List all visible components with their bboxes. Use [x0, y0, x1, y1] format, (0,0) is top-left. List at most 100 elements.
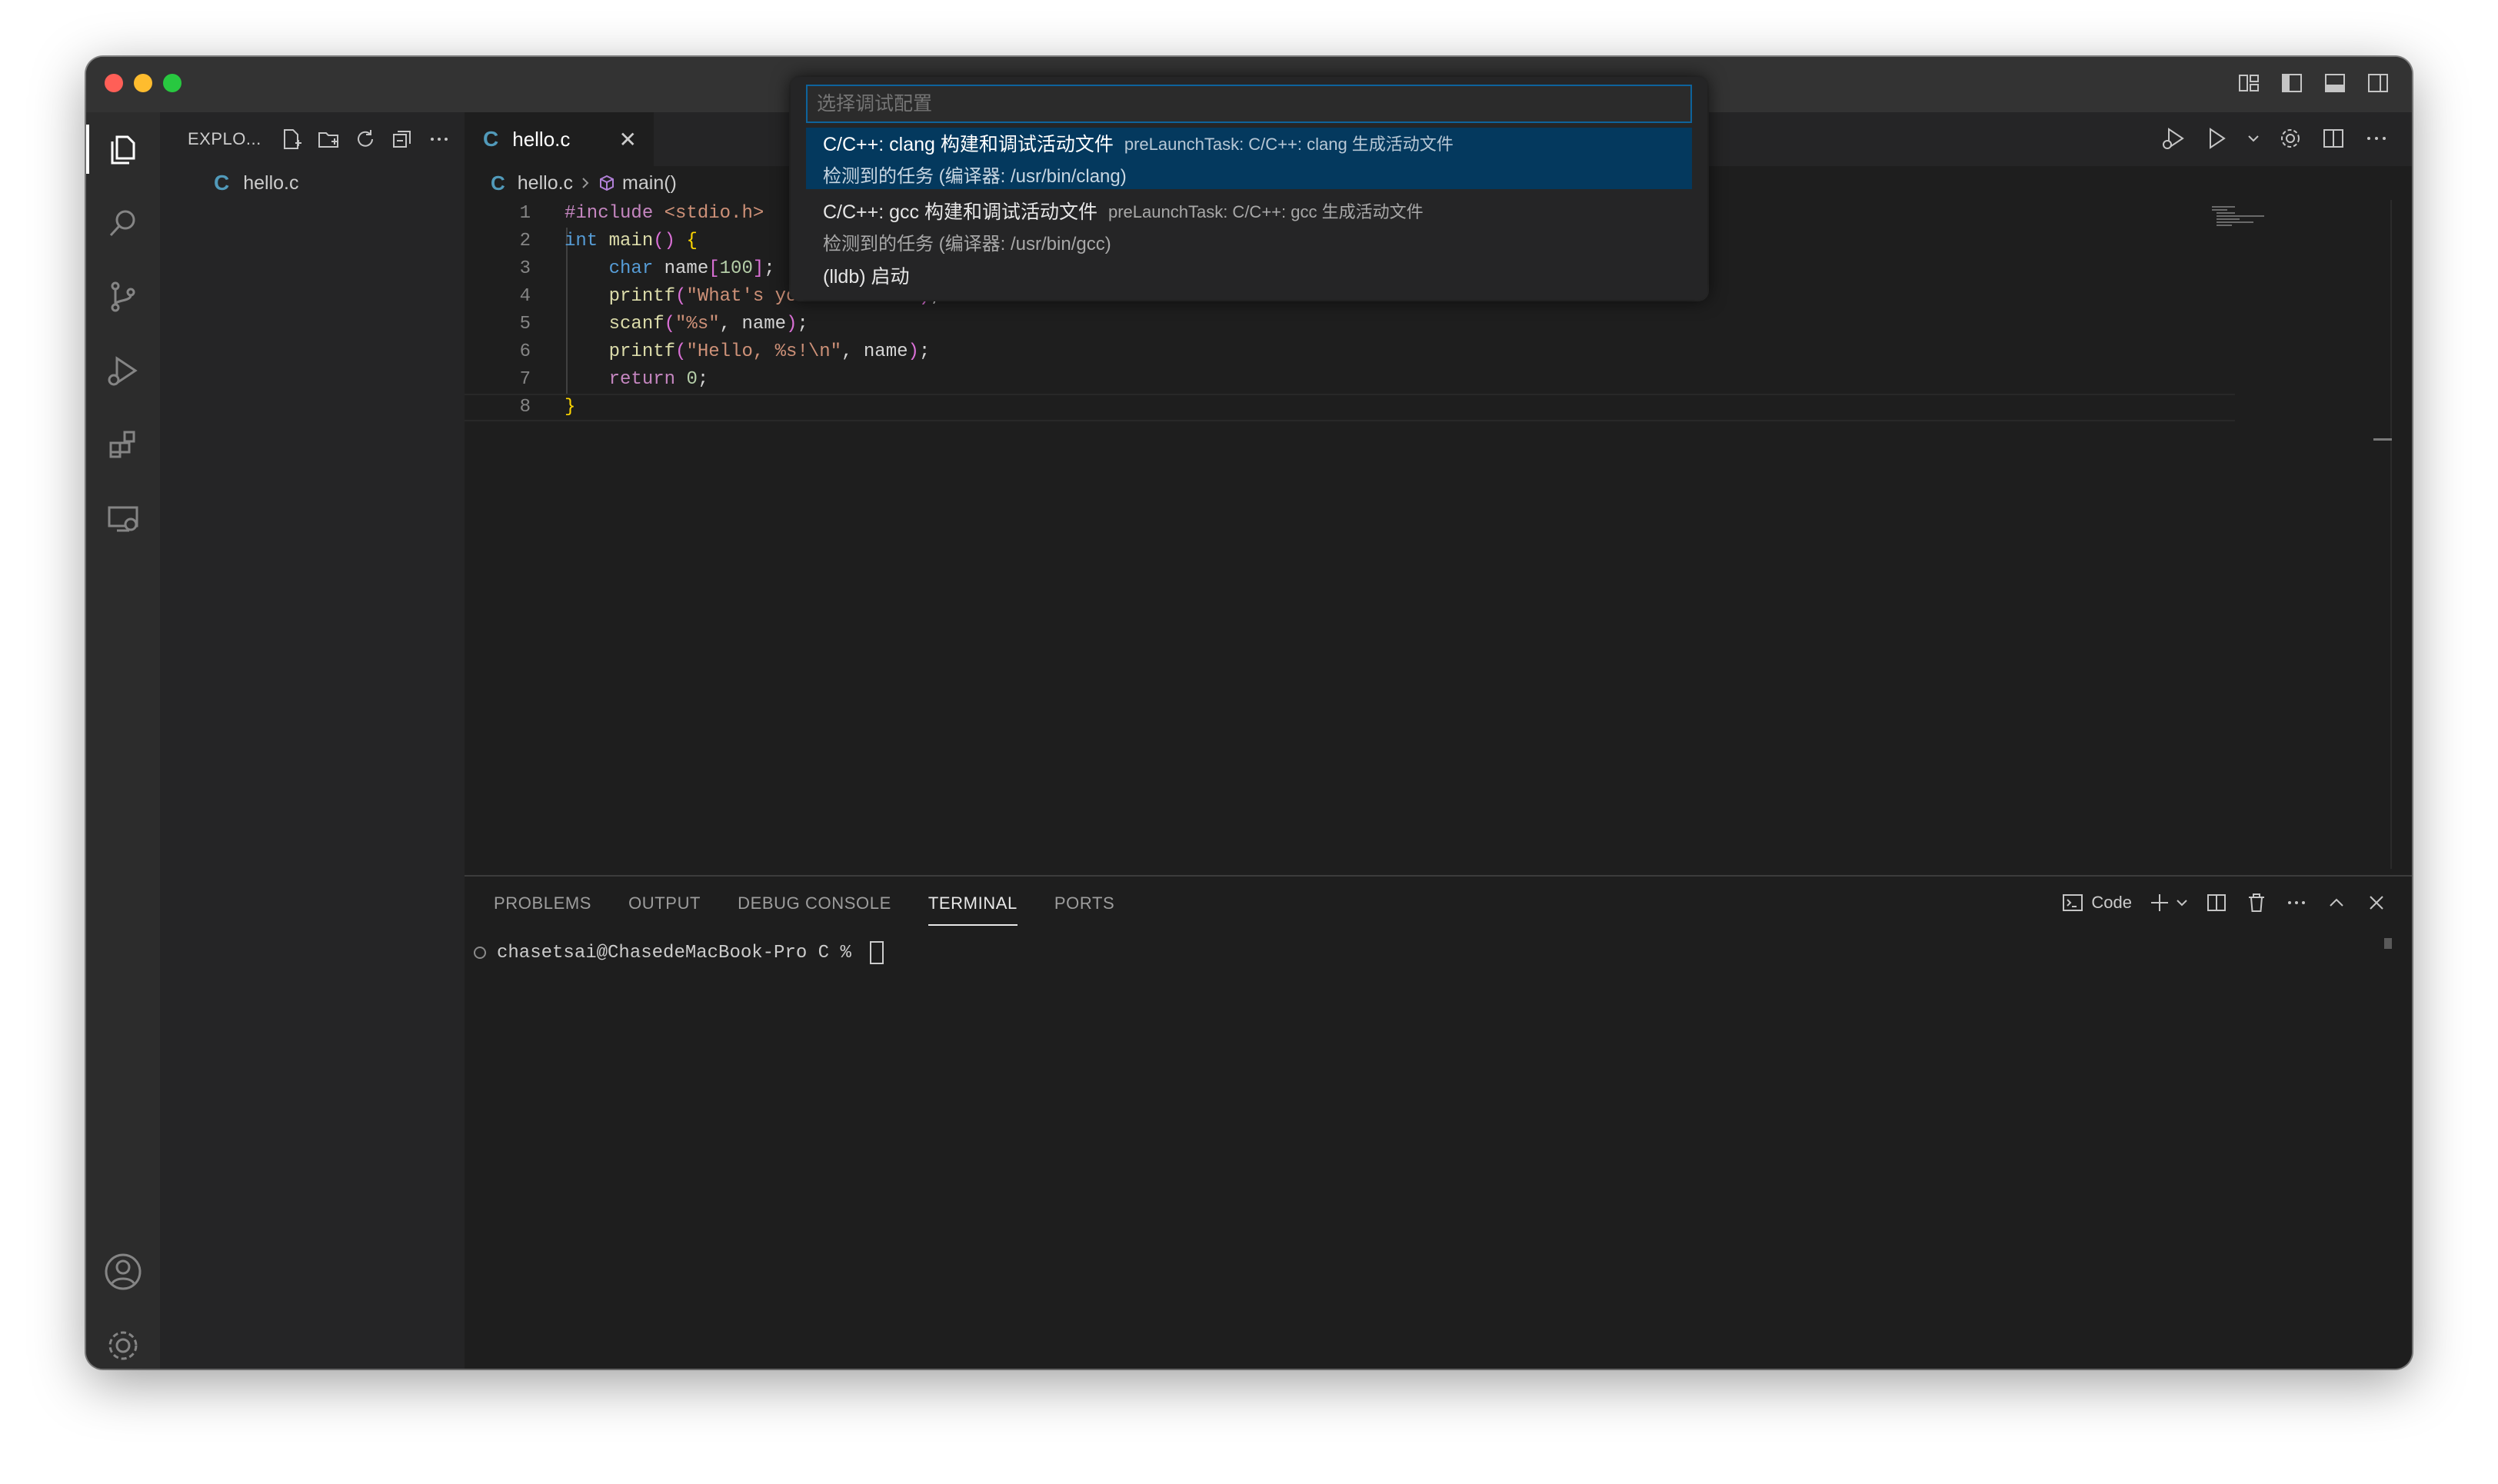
line-content: printf("Hello, %s!\n", name);: [608, 341, 931, 362]
new-folder-icon[interactable]: [315, 126, 341, 152]
tab-problems[interactable]: PROBLEMS: [494, 887, 591, 920]
run-debug-icon: [105, 352, 142, 389]
close-icon[interactable]: ✕: [619, 127, 637, 152]
activity-search[interactable]: [86, 186, 160, 260]
item-detail: 检测到的任务 (编译器: /usr/bin/gcc): [823, 233, 1111, 255]
terminal-line[interactable]: chasetsai@ChasedeMacBook-Pro C %: [474, 941, 884, 964]
line-content: int main() {: [565, 231, 698, 251]
more-actions-icon[interactable]: [426, 126, 452, 152]
quick-pick-input[interactable]: [806, 85, 1692, 123]
chevron-up-icon[interactable]: [2324, 890, 2349, 915]
explorer-title: EXPLO...: [188, 129, 261, 148]
item-description: preLaunchTask: C/C++: clang 生成活动文件: [1124, 135, 1454, 154]
minimize-window-button[interactable]: [134, 74, 152, 92]
quick-pick-item[interactable]: C/C++: gcc 构建和调试活动文件 preLaunchTask: C/C++…: [806, 195, 1692, 257]
line-number: 2: [519, 231, 531, 251]
line-number: 3: [519, 258, 531, 279]
toggle-secondary-sidebar-icon[interactable]: [2366, 71, 2390, 95]
refresh-icon[interactable]: [352, 126, 378, 152]
debug-config-quick-pick: C/C++: clang 构建和调试活动文件 preLaunchTask: C/C…: [791, 77, 1707, 300]
activity-explorer[interactable]: [86, 112, 160, 186]
line-number: 8: [519, 397, 531, 418]
line-number: 7: [519, 369, 531, 390]
editor-scrollbar[interactable]: [2373, 200, 2392, 869]
activity-bar: [86, 112, 160, 1369]
breadcrumb-symbol[interactable]: main(): [622, 172, 677, 195]
minimap[interactable]: [2212, 205, 2266, 228]
search-icon: [105, 205, 142, 241]
more-actions-icon[interactable]: [2363, 125, 2390, 152]
tab-hello-c[interactable]: C hello.c ✕: [465, 112, 654, 166]
terminal-icon: [2060, 890, 2085, 915]
terminal-scrollbar[interactable]: [2384, 938, 2392, 949]
plus-icon[interactable]: [2147, 890, 2172, 915]
chevron-right-icon: [579, 174, 591, 192]
terminal-prompt: chasetsai@ChasedeMacBook-Pro C %: [497, 942, 863, 963]
zoom-window-button[interactable]: [163, 74, 182, 92]
account-icon: [103, 1252, 143, 1292]
vscode-window: EXPLO... C hello.c C hello.c ✕ C hello.c…: [86, 57, 2412, 1369]
line-content: char name[100];: [608, 258, 775, 279]
activity-accounts[interactable]: [86, 1235, 160, 1309]
line-number: 4: [519, 286, 531, 307]
terminal-cursor: [870, 941, 884, 964]
line-number: 5: [519, 314, 531, 334]
tab-debug-console[interactable]: DEBUG CONSOLE: [738, 887, 891, 920]
files-icon: [105, 131, 142, 168]
activity-extensions[interactable]: [86, 408, 160, 481]
new-file-icon[interactable]: [278, 126, 305, 152]
chevron-down-icon[interactable]: [2175, 890, 2189, 915]
run-file-icon[interactable]: [2203, 125, 2230, 152]
activity-run-debug[interactable]: [86, 334, 160, 408]
item-label: C/C++: gcc 构建和调试活动文件: [823, 201, 1097, 223]
line-number: 6: [519, 341, 531, 362]
collapse-all-icon[interactable]: [389, 126, 415, 152]
bottom-panel: PROBLEMS OUTPUT DEBUG CONSOLE TERMINAL P…: [465, 875, 2412, 1369]
toggle-primary-sidebar-icon[interactable]: [2280, 71, 2304, 95]
c-file-icon: C: [483, 127, 499, 151]
explorer-file-hello-c[interactable]: C hello.c: [160, 166, 465, 200]
activity-source-control[interactable]: [86, 260, 160, 334]
tab-ports[interactable]: PORTS: [1054, 887, 1114, 920]
terminal-name[interactable]: Code: [2091, 893, 2132, 913]
cube-icon: [598, 174, 616, 192]
layout-customize-icon[interactable]: [2237, 71, 2261, 95]
tab-terminal[interactable]: TERMINAL: [928, 887, 1018, 926]
chevron-down-icon[interactable]: [2246, 125, 2261, 152]
trash-icon[interactable]: [2244, 890, 2269, 915]
line-content: return 0;: [608, 369, 709, 390]
item-label: C/C++: clang 构建和调试活动文件: [823, 134, 1114, 155]
quick-pick-item[interactable]: (lldb) 启动: [806, 260, 1692, 291]
split-terminal-icon[interactable]: [2204, 890, 2229, 915]
c-file-icon: C: [491, 171, 505, 195]
terminal-status-icon: [474, 947, 486, 959]
run-debug-file-icon[interactable]: [2160, 125, 2187, 152]
source-control-icon: [105, 278, 142, 315]
code-line: 6 printf("Hello, %s!\n", name);: [465, 338, 2412, 366]
item-description: preLaunchTask: C/C++: gcc 生成活动文件: [1108, 202, 1424, 221]
explorer-header: EXPLO...: [160, 112, 465, 166]
item-detail: 检测到的任务 (编译器: /usr/bin/clang): [823, 165, 1127, 187]
tab-output[interactable]: OUTPUT: [628, 887, 701, 920]
gear-icon[interactable]: [2277, 125, 2304, 152]
c-file-icon: C: [214, 171, 230, 195]
gear-icon: [103, 1326, 143, 1366]
item-label: (lldb) 启动: [823, 266, 910, 288]
toggle-panel-icon[interactable]: [2323, 71, 2347, 95]
line-number: 1: [519, 203, 531, 224]
code-line: 8}: [465, 394, 2412, 421]
breadcrumb-file[interactable]: hello.c: [518, 172, 573, 195]
line-content: #include <stdio.h>: [565, 203, 764, 224]
remote-explorer-icon: [105, 500, 142, 537]
more-actions-icon[interactable]: [2284, 890, 2309, 915]
split-editor-icon[interactable]: [2320, 125, 2347, 152]
activity-manage[interactable]: [86, 1309, 160, 1369]
quick-pick-item[interactable]: C/C++: clang 构建和调试活动文件 preLaunchTask: C/C…: [806, 128, 1692, 189]
activity-remote-explorer[interactable]: [86, 481, 160, 555]
panel-actions: Code: [2060, 890, 2389, 915]
close-icon[interactable]: [2364, 890, 2389, 915]
line-content: scanf("%s", name);: [608, 314, 808, 334]
explorer-sidebar: EXPLO... C hello.c: [160, 112, 465, 1369]
file-name: hello.c: [243, 171, 299, 194]
close-window-button[interactable]: [105, 74, 123, 92]
